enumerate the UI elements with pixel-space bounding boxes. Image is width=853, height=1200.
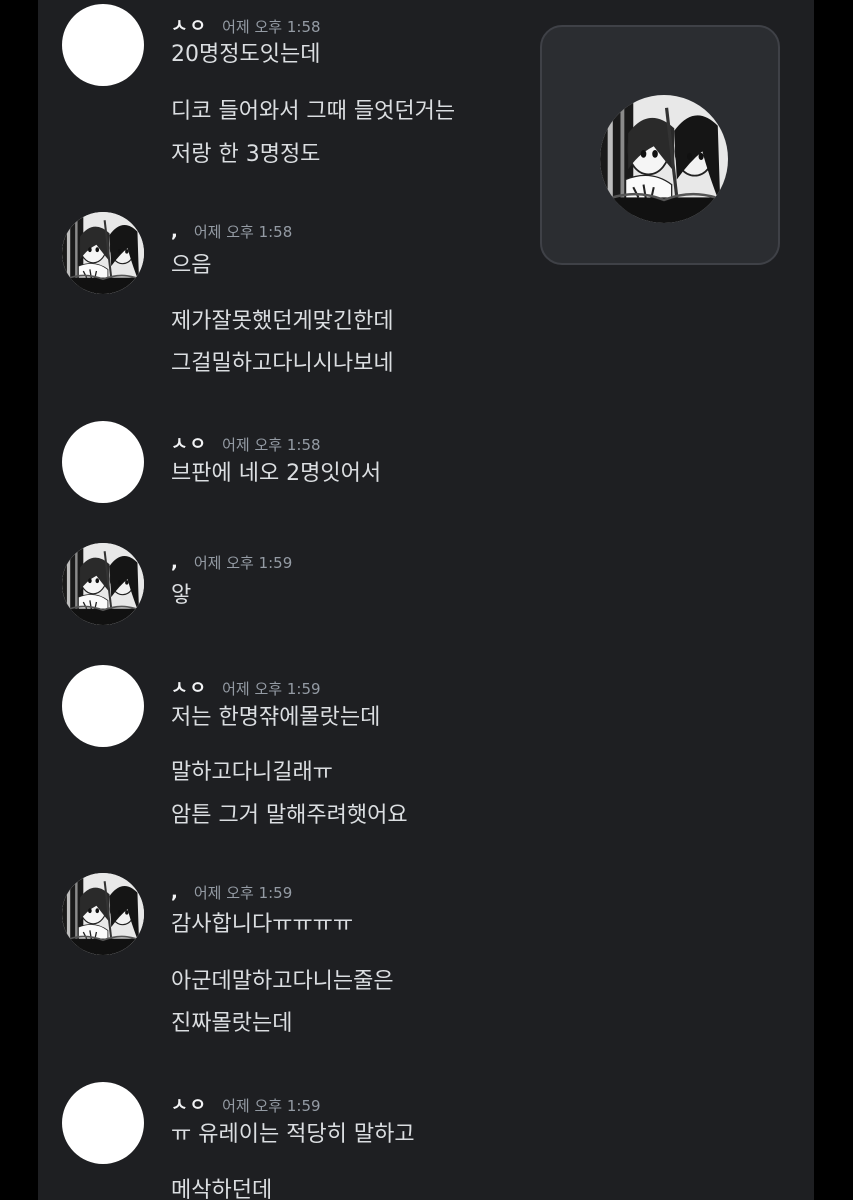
- manga-avatar-icon: [600, 95, 728, 223]
- avatar[interactable]: [62, 421, 144, 503]
- username[interactable]: ,: [171, 221, 180, 242]
- message-text: ㅠ 유레이는 적당히 말하고: [171, 1122, 415, 1147]
- timestamp: 어제 오후 1:59: [193, 884, 293, 902]
- avatar[interactable]: [62, 1082, 144, 1164]
- message-text: 진짜몰랏는데: [171, 1011, 293, 1036]
- message-header: , 어제 오후 1:58: [171, 221, 292, 242]
- username[interactable]: ㅅㅇ: [171, 1095, 208, 1116]
- timestamp: 어제 오후 1:58: [193, 223, 293, 241]
- message-text: 20명정도잇는데: [171, 42, 321, 67]
- message-header: , 어제 오후 1:59: [171, 882, 292, 903]
- timestamp: 어제 오후 1:58: [222, 18, 321, 36]
- message-text: 메삭하던데: [171, 1178, 273, 1200]
- voice-participant-tile[interactable]: [540, 25, 780, 265]
- message-text: 말하고다니길래ㅠ: [171, 760, 333, 785]
- message-header: ㅅㅇ 어제 오후 1:59: [171, 674, 321, 700]
- message-header: ㅅㅇ 어제 오후 1:58: [171, 430, 321, 456]
- message-header: ㅅㅇ 어제 오후 1:59: [171, 1091, 321, 1117]
- message-text: 그걸밀하고다니시나보네: [171, 351, 394, 376]
- username[interactable]: ,: [171, 552, 180, 573]
- username[interactable]: ,: [171, 882, 180, 903]
- username[interactable]: ㅅㅇ: [171, 678, 208, 699]
- chat-screen: ㅅㅇ 어제 오후 1:58 20명정도잇는데 디코 들어와서 그때 들엇던거는 저…: [38, 0, 814, 1200]
- message-text: 앟: [171, 583, 192, 608]
- timestamp: 어제 오후 1:59: [222, 1097, 321, 1115]
- message-text: 디코 들어와서 그때 들엇던거는: [171, 99, 456, 124]
- avatar[interactable]: [62, 212, 144, 294]
- message-text: 브판에 네오 2명잇어서: [171, 461, 382, 486]
- timestamp: 어제 오후 1:59: [193, 554, 293, 572]
- message-text: 암튼 그거 말해주려햇어요: [171, 803, 408, 828]
- username[interactable]: ㅅㅇ: [171, 434, 208, 455]
- message-text: 저랑 한 3명정도: [171, 142, 321, 167]
- message-text: 감사합니다ㅠㅠㅠㅠ: [171, 912, 354, 937]
- message-header: , 어제 오후 1:59: [171, 552, 292, 573]
- avatar[interactable]: [62, 543, 144, 625]
- username[interactable]: ㅅㅇ: [171, 16, 208, 37]
- message-text: 으음: [171, 253, 212, 278]
- avatar[interactable]: [62, 4, 144, 86]
- message-text: 아군데말하고다니는줄은: [171, 969, 394, 994]
- avatar[interactable]: [62, 665, 144, 747]
- message-text: 제가잘못했던게맞긴한데: [171, 309, 394, 334]
- timestamp: 어제 오후 1:59: [222, 680, 321, 698]
- message-text: 저는 한명쟊에몰랏는데: [171, 705, 381, 730]
- avatar[interactable]: [62, 873, 144, 955]
- timestamp: 어제 오후 1:58: [222, 436, 321, 454]
- message-header: ㅅㅇ 어제 오후 1:58: [171, 12, 321, 38]
